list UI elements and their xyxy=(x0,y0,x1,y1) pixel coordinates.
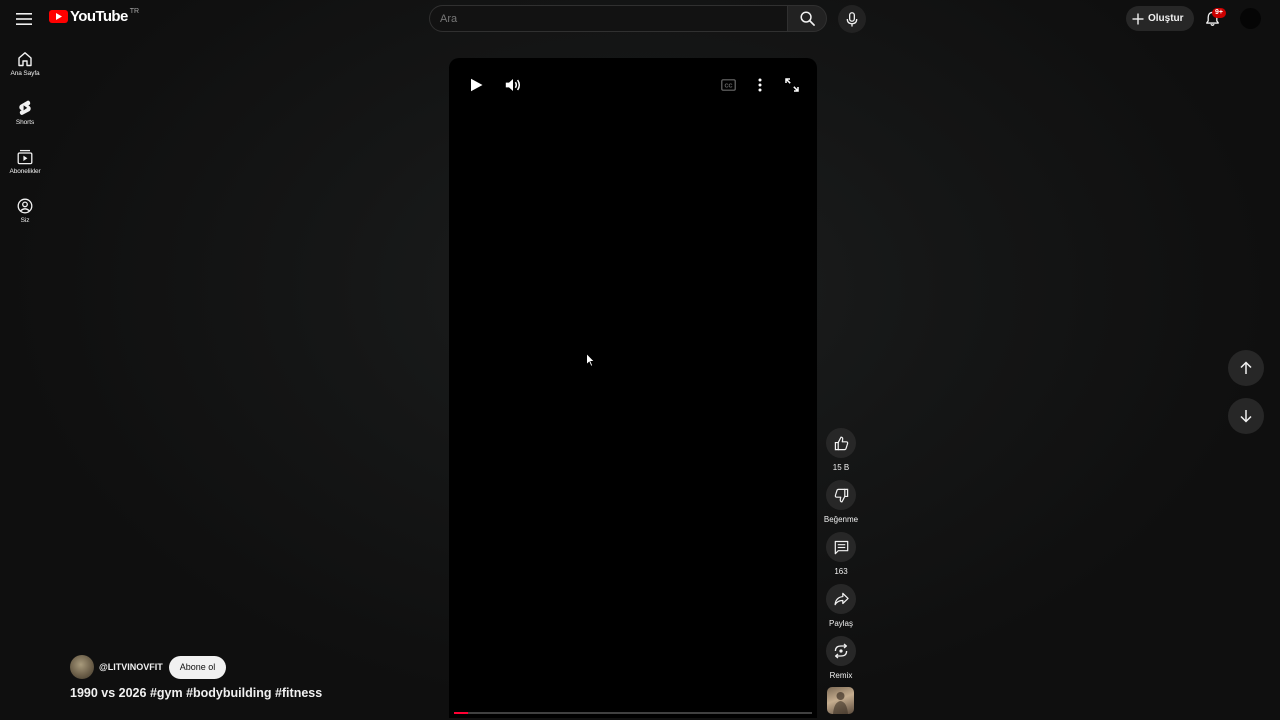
search-button[interactable] xyxy=(787,5,827,32)
person-silhouette-icon xyxy=(833,692,848,714)
play-button[interactable] xyxy=(465,74,487,96)
mute-button[interactable] xyxy=(502,74,524,96)
share-label: Paylaş xyxy=(828,619,853,628)
comments-action: 163 xyxy=(822,532,860,576)
account-avatar[interactable] xyxy=(1240,8,1261,29)
sidebar-item-you[interactable]: Siz xyxy=(0,193,50,242)
like-count: 15 B xyxy=(832,463,850,472)
play-icon xyxy=(470,78,482,92)
progress-fill xyxy=(454,712,469,714)
sidebar-item-home[interactable]: Ana Sayfa xyxy=(0,46,50,95)
like-button[interactable] xyxy=(826,428,856,458)
create-button[interactable]: Oluştur xyxy=(1126,6,1194,31)
channel-avatar[interactable] xyxy=(70,655,94,679)
create-label: Oluştur xyxy=(1148,13,1184,24)
previous-video-button[interactable] xyxy=(1228,350,1264,386)
thumbs-down-icon xyxy=(834,488,848,502)
share-button[interactable] xyxy=(826,584,856,614)
notifications-button[interactable]: 9+ xyxy=(1200,7,1226,31)
youtube-logo-icon xyxy=(49,10,68,23)
dislike-action: Beğenme xyxy=(822,480,860,524)
youtube-logo[interactable]: YouTube TR xyxy=(49,8,139,25)
notification-badge: 9+ xyxy=(1212,8,1226,18)
sidebar-item-label: Siz xyxy=(20,217,30,224)
shorts-page: YouTube TR Oluştur xyxy=(0,0,1280,720)
comment-icon xyxy=(834,540,848,554)
country-code: TR xyxy=(129,8,140,15)
sidebar-item-label: Abonelikler xyxy=(9,168,41,175)
more-options-button[interactable] xyxy=(749,74,771,96)
you-icon xyxy=(17,198,33,214)
shorts-icon xyxy=(19,100,31,115)
comment-count: 163 xyxy=(834,567,848,576)
comments-button[interactable] xyxy=(826,532,856,562)
top-bar: YouTube TR Oluştur xyxy=(0,0,1280,38)
sidebar-item-label: Shorts xyxy=(15,119,35,126)
more-vertical-icon xyxy=(758,78,762,92)
shorts-video-player[interactable]: CC xyxy=(449,58,817,718)
captions-icon: CC xyxy=(720,79,736,91)
captions-button[interactable]: CC xyxy=(717,74,739,96)
hamburger-icon xyxy=(16,13,32,25)
dislike-label: Beğenme xyxy=(823,515,859,524)
next-video-button[interactable] xyxy=(1228,398,1264,434)
plus-icon xyxy=(1132,13,1144,24)
subscribe-button[interactable]: Abone ol xyxy=(168,655,227,679)
voice-search-button[interactable] xyxy=(838,5,866,33)
fullscreen-button[interactable] xyxy=(781,74,803,96)
microphone-icon xyxy=(846,11,858,27)
search-input[interactable] xyxy=(429,5,787,32)
mouse-cursor xyxy=(586,352,596,372)
search-bar xyxy=(429,5,827,32)
sidebar: Ana Sayfa Shorts Abonelikler Siz xyxy=(0,46,50,242)
menu-button[interactable] xyxy=(12,7,36,31)
channel-handle[interactable]: @LITVINOVFIT xyxy=(99,662,163,672)
channel-info: @LITVINOVFIT Abone ol xyxy=(70,655,227,679)
sidebar-item-subscriptions[interactable]: Abonelikler xyxy=(0,144,50,193)
volume-icon xyxy=(505,79,520,91)
arrow-up-icon xyxy=(1240,361,1252,374)
logo-text: YouTube xyxy=(70,8,128,25)
dislike-button[interactable] xyxy=(826,480,856,510)
arrow-down-icon xyxy=(1240,410,1252,423)
share-action: Paylaş xyxy=(822,584,860,628)
remix-label: Remix xyxy=(829,671,853,680)
thumbs-up-icon xyxy=(834,436,848,450)
cursor-icon xyxy=(586,352,596,367)
remix-button[interactable] xyxy=(826,636,856,666)
video-title[interactable]: 1990 vs 2026 #gym #bodybuilding #fitness xyxy=(70,686,322,700)
sidebar-item-label: Ana Sayfa xyxy=(10,70,40,77)
sound-thumbnail[interactable] xyxy=(827,687,854,714)
home-icon xyxy=(18,52,32,67)
like-action: 15 B xyxy=(822,428,860,472)
remix-action: Remix xyxy=(822,636,860,680)
subscriptions-icon xyxy=(17,149,33,165)
svg-text:CC: CC xyxy=(724,83,732,89)
search-icon xyxy=(799,11,815,26)
expand-icon xyxy=(785,78,799,92)
share-icon xyxy=(834,592,849,606)
progress-bar[interactable] xyxy=(454,712,812,714)
sidebar-item-shorts[interactable]: Shorts xyxy=(0,95,50,144)
remix-icon xyxy=(834,643,848,659)
